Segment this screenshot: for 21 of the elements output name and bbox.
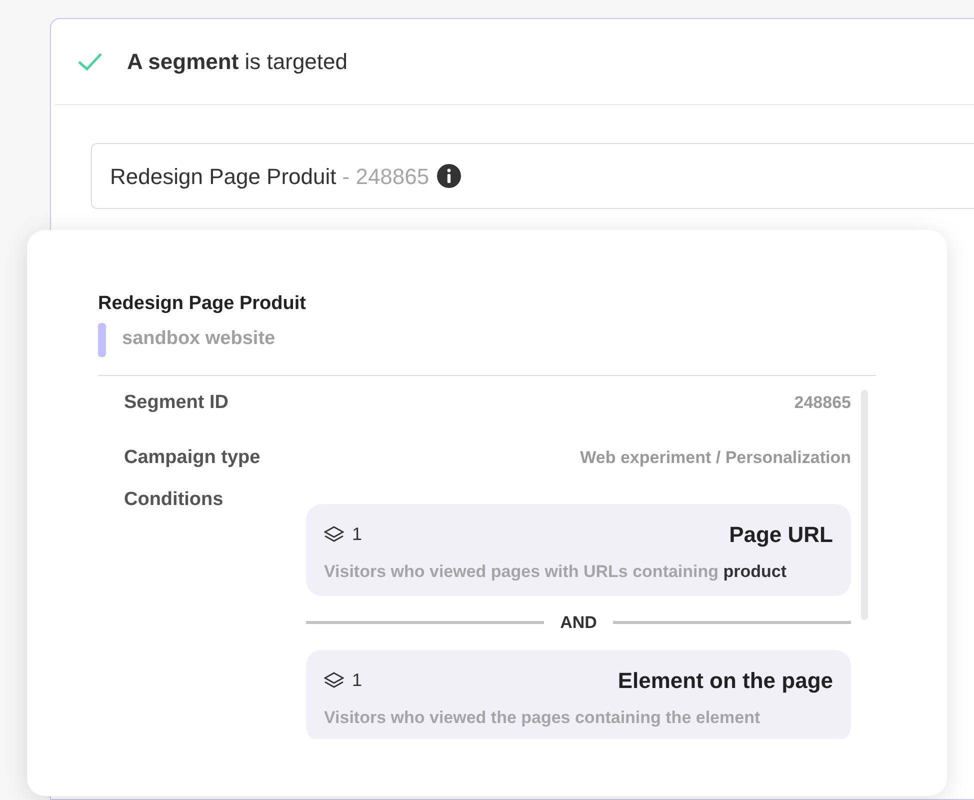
detail-label: Conditions bbox=[124, 488, 224, 510]
popover-subtitle: sandbox website bbox=[122, 327, 276, 352]
detail-value: 248865 bbox=[794, 392, 851, 414]
layers-icon bbox=[324, 671, 344, 689]
segment-field[interactable]: Redesign Page Produit - 248865 bbox=[91, 143, 974, 209]
accent-bar bbox=[98, 322, 106, 356]
detail-value: Web experiment / Personalization bbox=[580, 447, 851, 470]
condition-title: Page URL bbox=[729, 520, 833, 549]
popover-title: Redesign Page Produit bbox=[98, 292, 307, 316]
detail-label: Campaign type bbox=[124, 446, 260, 470]
detail-label: Segment ID bbox=[124, 390, 229, 415]
check-icon bbox=[77, 52, 103, 72]
condition-description: Visitors who viewed pages with URLs containing product bbox=[324, 560, 788, 583]
layers-icon bbox=[324, 525, 344, 543]
condition-count: 1 bbox=[352, 522, 362, 546]
condition-title: Element on the page bbox=[618, 666, 833, 695]
step-title: A segment is targeted bbox=[127, 48, 348, 76]
info-icon[interactable] bbox=[437, 164, 462, 188]
condition-count: 1 bbox=[352, 668, 362, 692]
condition-description: Visitors who viewed the pages containing the element bbox=[324, 706, 762, 729]
operator-label: AND bbox=[560, 612, 597, 634]
